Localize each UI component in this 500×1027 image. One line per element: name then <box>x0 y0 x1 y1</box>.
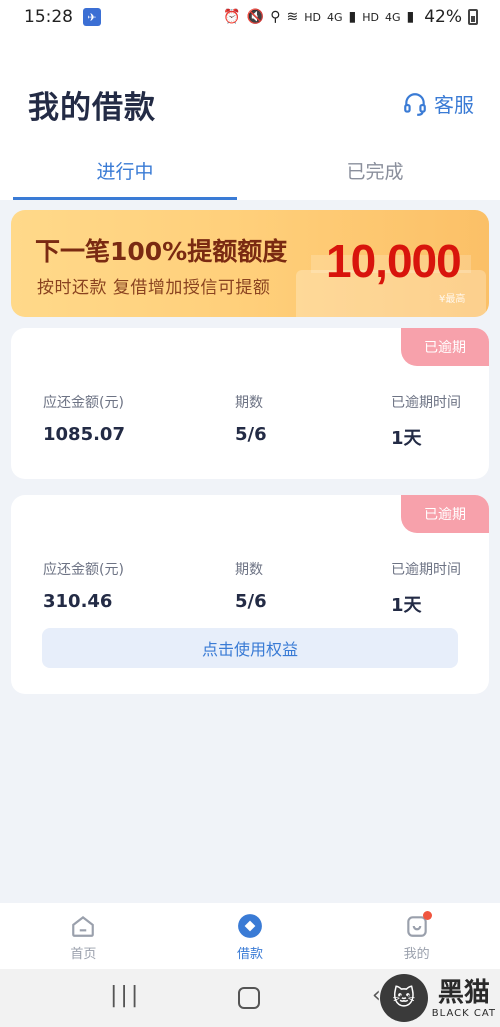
wifi-icon: ≋ <box>286 9 299 25</box>
overdue-badge: 已逾期 <box>401 328 489 366</box>
app-notification-icon: ✈ <box>83 8 101 26</box>
watermark-cn: 黑猫 <box>437 977 490 1008</box>
status-bar: 15:28 ✈ ⏰ 🔇 ⚲ ≋ HD 4G ▮ HD 4G ▮ 42% <box>0 0 500 34</box>
banner-amount: 10,000 <box>326 235 462 287</box>
amount-due-value: 1085.07 <box>43 424 125 445</box>
nav-home[interactable]: 首页 <box>0 903 167 969</box>
nav-home-label: 首页 <box>70 947 97 962</box>
nav-loan[interactable]: 借款 <box>167 903 334 969</box>
location-icon: ⚲ <box>270 9 281 25</box>
overdue-time-value: 1天 <box>391 595 422 616</box>
overdue-badge: 已逾期 <box>401 495 489 533</box>
credit-increase-banner[interactable]: 下一笔100%提额额度 按时还款 复借增加授信可提额 10,000 ¥最高 <box>11 210 489 317</box>
amount-due-value: 310.46 <box>43 591 113 612</box>
home-button-icon[interactable] <box>238 987 260 1009</box>
battery-icon <box>468 9 478 25</box>
period-label: 期数 <box>235 562 263 578</box>
loan-card[interactable]: 已逾期 应还金额(元) 310.46 期数 5/6 已逾期时间 1天 点击使用权… <box>11 495 489 694</box>
period-value: 5/6 <box>235 424 267 445</box>
overdue-time-label: 已逾期时间 <box>391 562 461 578</box>
network-hd-2: HD <box>362 10 379 24</box>
alarm-icon: ⏰ <box>223 9 241 25</box>
period-label: 期数 <box>235 395 263 411</box>
tab-bar: 进行中 已完成 <box>0 152 500 200</box>
bottom-nav: 首页 借款 我的 <box>0 903 500 969</box>
recent-apps-icon[interactable]: ||| <box>110 983 141 1008</box>
banner-max-tag: ¥最高 <box>439 294 466 305</box>
nav-loan-label: 借款 <box>237 947 264 962</box>
network-hd-1: HD <box>304 10 321 24</box>
tab-in-progress[interactable]: 进行中 <box>0 152 250 200</box>
watermark: 🐱 黑猫 BLACK CAT <box>379 974 496 1022</box>
nav-profile-label: 我的 <box>403 947 430 962</box>
network-4g-2: 4G <box>384 10 401 24</box>
customer-service-label: 客服 <box>434 93 474 117</box>
home-icon <box>72 915 95 937</box>
signal-icon: ▮ <box>348 9 357 25</box>
page-header: 我的借款 客服 进行中 已完成 <box>0 34 500 200</box>
mute-icon: 🔇 <box>246 9 265 25</box>
tab-completed[interactable]: 已完成 <box>250 152 500 200</box>
watermark-en: BLACK CAT <box>431 1007 496 1019</box>
notification-dot <box>423 911 433 920</box>
banner-subtext: 按时还款 复借增加授信可提额 <box>37 278 271 298</box>
amount-due-label: 应还金额(元) <box>43 562 124 578</box>
status-time: 15:28 <box>24 7 73 27</box>
customer-service-button[interactable]: 客服 <box>402 89 474 118</box>
headset-icon <box>404 92 426 116</box>
network-4g-1: 4G <box>326 10 343 24</box>
battery-percent: 42% <box>424 7 462 27</box>
signal-icon: ▮ <box>406 9 415 25</box>
period-value: 5/6 <box>235 591 267 612</box>
use-benefit-button[interactable]: 点击使用权益 <box>42 628 458 668</box>
loan-icon <box>238 914 262 938</box>
page-title: 我的借款 <box>28 90 156 126</box>
loan-card[interactable]: 已逾期 应还金额(元) 1085.07 期数 5/6 已逾期时间 1天 <box>11 328 489 479</box>
overdue-time-value: 1天 <box>391 428 422 449</box>
overdue-time-label: 已逾期时间 <box>391 395 461 411</box>
nav-profile[interactable]: 我的 <box>333 903 500 969</box>
cat-logo-icon: 🐱 <box>379 974 428 1022</box>
banner-headline: 下一笔100%提额额度 <box>35 237 288 266</box>
amount-due-label: 应还金额(元) <box>43 395 124 411</box>
